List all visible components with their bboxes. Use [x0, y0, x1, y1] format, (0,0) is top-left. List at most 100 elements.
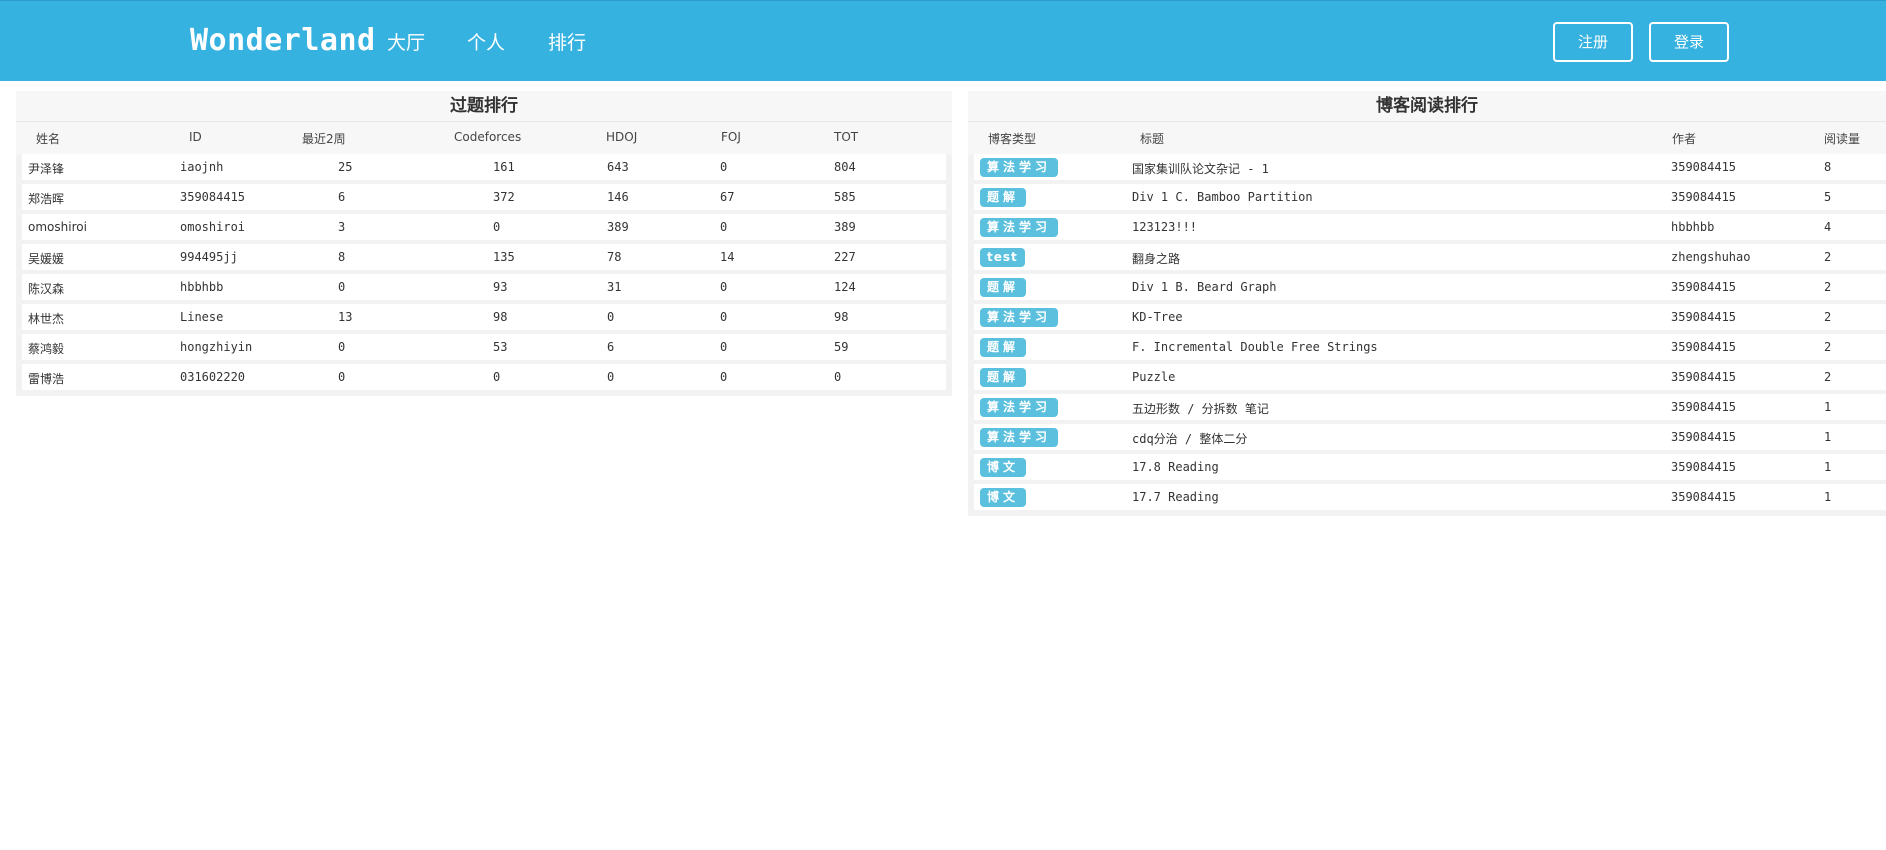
- blog-type-badge[interactable]: 算法学习: [980, 398, 1059, 417]
- blog-cell-title[interactable]: 123123!!!: [1132, 220, 1197, 234]
- solve-header-hdoj: HDOJ: [606, 130, 638, 144]
- solve-cell-id[interactable]: 031602220: [180, 370, 245, 384]
- blog-cell-title[interactable]: KD-Tree: [1132, 310, 1183, 324]
- solve-cell-tot: 804: [834, 160, 856, 174]
- solve-header-foj: FOJ: [721, 130, 741, 144]
- top-navbar: Wonderland 大厅 个人 排行 注册 登录: [0, 0, 1886, 81]
- solve-cell-id[interactable]: hbbhbb: [180, 280, 223, 294]
- blog-cell-title[interactable]: Puzzle: [1132, 370, 1175, 384]
- blog-rank-title: 博客阅读排行: [968, 91, 1886, 122]
- blog-cell-reads: 8: [1824, 160, 1832, 174]
- blog-cell-reads: 2: [1824, 250, 1832, 264]
- blog-cell-author: 359084415: [1671, 310, 1737, 324]
- solve-cell-hdoj: 146: [607, 190, 629, 204]
- table-row: test 翻身之路 zhengshuhao 2: [974, 244, 1886, 270]
- table-row: 博文 17.8 Reading 359084415 1: [974, 454, 1886, 480]
- blog-cell-reads: 5: [1824, 190, 1832, 204]
- blog-type-badge[interactable]: 博文: [980, 458, 1027, 477]
- blog-type-badge[interactable]: 算法学习: [980, 308, 1059, 327]
- blog-type-badge[interactable]: 算法学习: [980, 218, 1059, 237]
- brand-logo[interactable]: Wonderland: [190, 23, 376, 58]
- solve-cell-hdoj: 78: [607, 250, 622, 264]
- table-row: 林世杰 Linese 13 98 0 0 98: [22, 304, 946, 330]
- blog-cell-title[interactable]: Div 1 C. Bamboo Partition: [1132, 190, 1313, 204]
- blog-cell-author: 359084415: [1671, 430, 1737, 444]
- blog-cell-reads: 1: [1824, 430, 1832, 444]
- solve-cell-recent: 0: [338, 340, 346, 354]
- solve-cell-name: 尹泽锋: [28, 162, 65, 176]
- solve-cell-foj: 0: [720, 280, 728, 294]
- solve-cell-codeforces: 98: [493, 310, 508, 324]
- solve-cell-codeforces: 53: [493, 340, 508, 354]
- table-row: 博文 17.7 Reading 359084415 1: [974, 484, 1886, 510]
- solve-cell-id[interactable]: 994495jj: [180, 250, 238, 264]
- blog-cell-reads: 2: [1824, 310, 1832, 324]
- solve-cell-codeforces: 161: [493, 160, 515, 174]
- blog-type-badge[interactable]: 题解: [980, 368, 1027, 387]
- solve-cell-hdoj: 6: [607, 340, 615, 354]
- solve-cell-codeforces: 93: [493, 280, 508, 294]
- blog-cell-title[interactable]: 17.7 Reading: [1132, 490, 1219, 504]
- solve-cell-hdoj: 643: [607, 160, 629, 174]
- table-row: 陈汉森 hbbhbb 0 93 31 0 124: [22, 274, 946, 300]
- blog-cell-author: zhengshuhao: [1671, 250, 1751, 264]
- solve-cell-id[interactable]: 359084415: [180, 190, 245, 204]
- solve-cell-id[interactable]: iaojnh: [180, 160, 223, 174]
- register-button[interactable]: 注册: [1553, 22, 1633, 62]
- solve-cell-id[interactable]: omoshiroi: [180, 220, 245, 234]
- blog-header-type: 博客类型: [988, 132, 1037, 146]
- solve-cell-tot: 389: [834, 220, 856, 234]
- blog-type-badge[interactable]: 题解: [980, 188, 1027, 207]
- blog-cell-title[interactable]: 17.8 Reading: [1132, 460, 1219, 474]
- solve-cell-recent: 0: [338, 280, 346, 294]
- blog-type-badge[interactable]: 题解: [980, 338, 1027, 357]
- solve-cell-tot: 124: [834, 280, 856, 294]
- nav-link-personal[interactable]: 个人: [467, 28, 505, 55]
- table-row: 题解 Div 1 B. Beard Graph 359084415 2: [974, 274, 1886, 300]
- blog-cell-title[interactable]: 五边形数 / 分拆数 笔记: [1132, 400, 1269, 417]
- solve-cell-id[interactable]: Linese: [180, 310, 223, 324]
- table-row: 吴媛媛 994495jj 8 135 78 14 227: [22, 244, 946, 270]
- solve-cell-recent: 6: [338, 190, 346, 204]
- blog-cell-reads: 1: [1824, 400, 1832, 414]
- solve-cell-codeforces: 135: [493, 250, 515, 264]
- solve-cell-id[interactable]: hongzhiyin: [180, 340, 252, 354]
- blog-rank-panel: 博客阅读排行 博客类型 标题 作者 阅读量 算法学习 国家集训队论文杂记 - 1 3590…: [968, 91, 1886, 516]
- solve-header-name: 姓名: [36, 132, 61, 146]
- solve-cell-foj: 0: [720, 160, 728, 174]
- table-row: 题解 Puzzle 359084415 2: [974, 364, 1886, 390]
- blog-cell-author: 359084415: [1671, 340, 1737, 354]
- blog-cell-title[interactable]: 国家集训队论文杂记 - 1: [1132, 160, 1269, 177]
- blog-header-reads: 阅读量: [1824, 132, 1861, 146]
- solve-cell-hdoj: 31: [607, 280, 622, 294]
- solve-cell-codeforces: 372: [493, 190, 515, 204]
- login-button[interactable]: 登录: [1649, 22, 1729, 62]
- nav-link-lobby[interactable]: 大厅: [387, 28, 425, 55]
- solve-cell-foj: 67: [720, 190, 735, 204]
- solve-cell-foj: 0: [720, 340, 728, 354]
- solve-cell-tot: 0: [834, 370, 842, 384]
- blog-cell-title[interactable]: cdq分治 / 整体二分: [1132, 430, 1247, 447]
- blog-type-badge[interactable]: 题解: [980, 278, 1027, 297]
- blog-cell-title[interactable]: F. Incremental Double Free Strings: [1132, 340, 1378, 354]
- blog-type-badge[interactable]: 算法学习: [980, 428, 1059, 447]
- blog-cell-reads: 2: [1824, 340, 1832, 354]
- solve-cell-tot: 98: [834, 310, 849, 324]
- solve-header-id: ID: [189, 130, 202, 144]
- blog-type-badge[interactable]: test: [980, 248, 1025, 267]
- solve-cell-foj: 0: [720, 310, 728, 324]
- table-row: 蔡鸿毅 hongzhiyin 0 53 6 0 59: [22, 334, 946, 360]
- solve-cell-tot: 59: [834, 340, 849, 354]
- blog-cell-author: 359084415: [1671, 400, 1737, 414]
- blog-cell-reads: 1: [1824, 490, 1832, 504]
- blog-type-badge[interactable]: 算法学习: [980, 158, 1059, 177]
- blog-header-title: 标题: [1140, 132, 1165, 146]
- blog-cell-author: 359084415: [1671, 280, 1737, 294]
- blog-cell-reads: 1: [1824, 460, 1832, 474]
- table-row: 尹泽锋 iaojnh 25 161 643 0 804: [22, 154, 946, 180]
- blog-cell-title[interactable]: Div 1 B. Beard Graph: [1132, 280, 1277, 294]
- nav-link-ranking[interactable]: 排行: [548, 28, 586, 55]
- blog-cell-title[interactable]: 翻身之路: [1132, 250, 1180, 267]
- blog-type-badge[interactable]: 博文: [980, 488, 1027, 507]
- solve-rank-body: 尹泽锋 iaojnh 25 161 643 0 804 郑浩晖 359084415 6 372 146…: [16, 154, 952, 390]
